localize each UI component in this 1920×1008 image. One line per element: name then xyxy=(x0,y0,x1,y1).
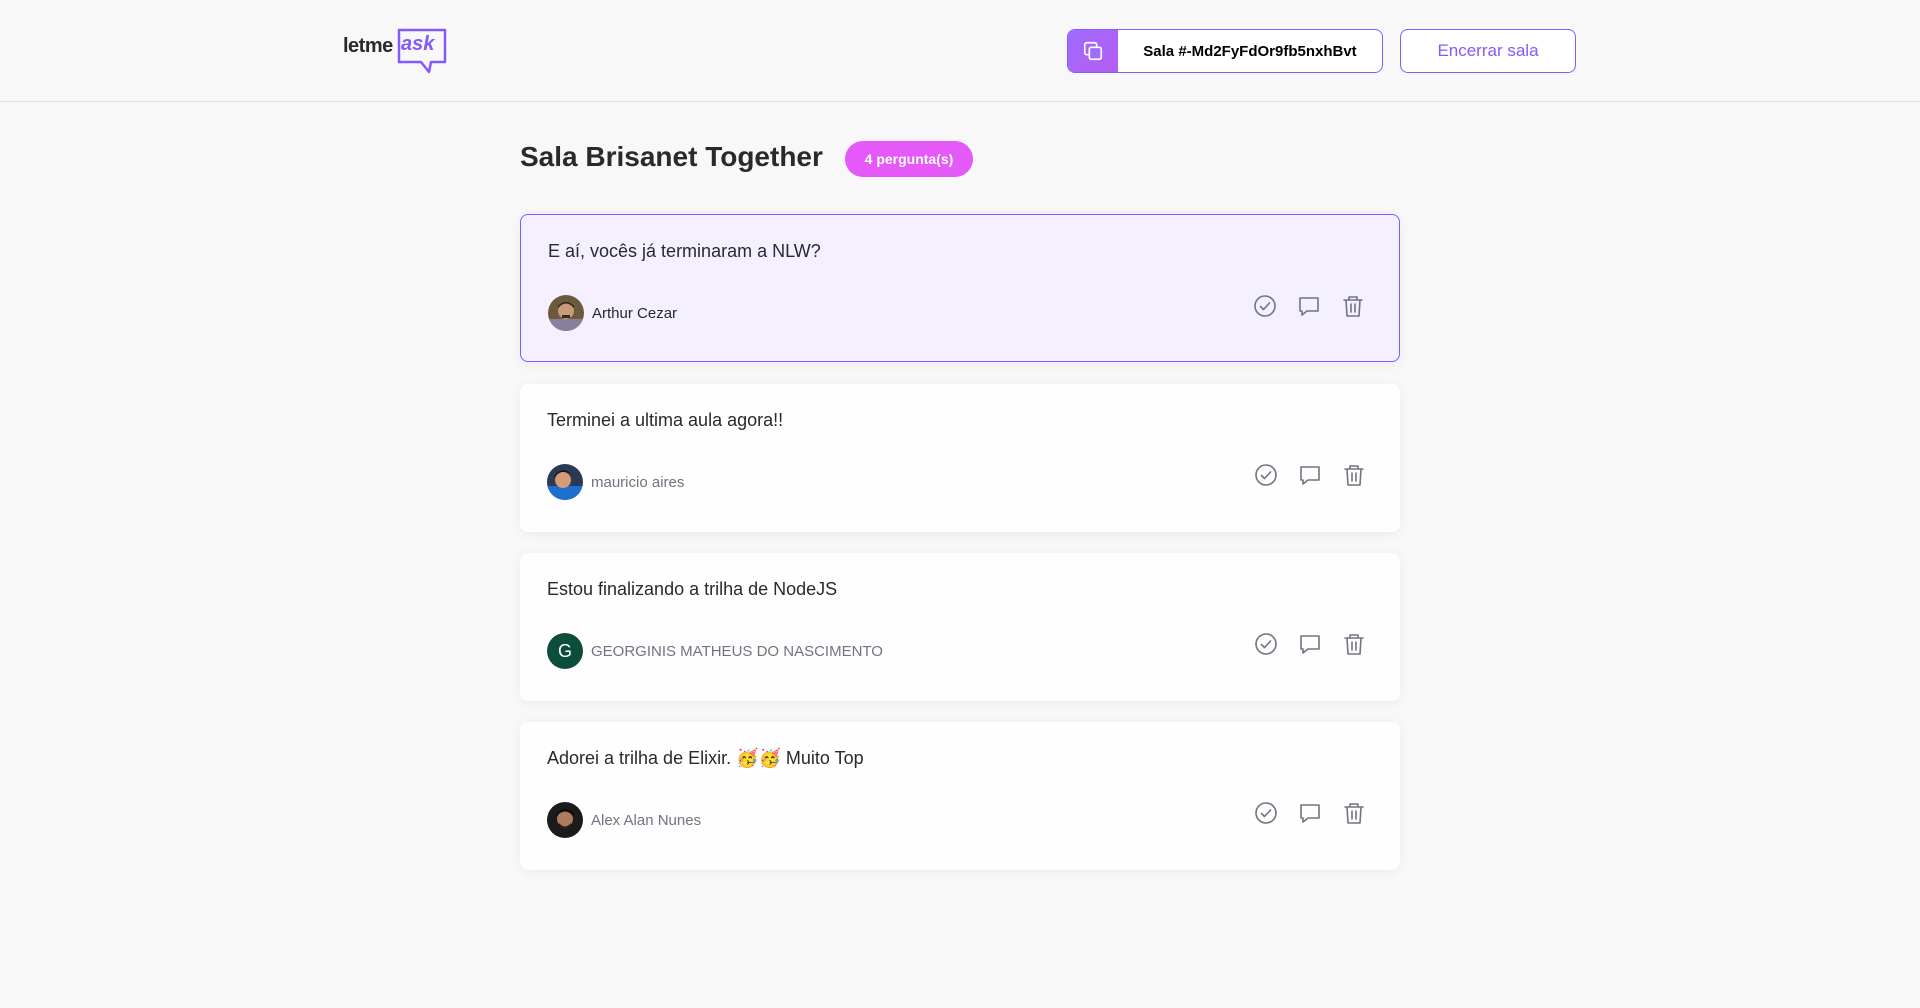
highlight-question-button[interactable] xyxy=(1298,632,1322,656)
highlight-question-button[interactable] xyxy=(1298,801,1322,825)
mark-answered-button[interactable] xyxy=(1254,632,1278,656)
question-actions xyxy=(1254,463,1366,487)
question-actions xyxy=(1254,632,1366,656)
question-content: Adorei a trilha de Elixir. 🥳🥳 Muito Top xyxy=(547,748,864,768)
avatar-photo xyxy=(547,802,583,838)
chat-bubble-icon xyxy=(1300,804,1320,823)
question-author: mauricio aires xyxy=(547,464,684,500)
trash-icon xyxy=(1344,465,1364,486)
page-header: letme ask Sala #-Md2FyFdOr9fb5nxhBvt Enc… xyxy=(0,0,1920,102)
avatar-photo xyxy=(547,464,583,500)
check-circle-icon xyxy=(1255,633,1277,655)
highlight-question-button[interactable] xyxy=(1298,463,1322,487)
copy-room-code-button[interactable]: Sala #-Md2FyFdOr9fb5nxhBvt xyxy=(1067,29,1383,73)
avatar-photo xyxy=(548,295,584,331)
author-name: Alex Alan Nunes xyxy=(591,811,702,829)
author-name: GEORGINIS MATHEUS DO NASCIMENTO xyxy=(591,642,883,660)
author-name: Arthur Cezar xyxy=(592,304,678,322)
chat-bubble-icon xyxy=(1299,297,1319,316)
chat-bubble-icon xyxy=(1300,635,1320,654)
question-card: Adorei a trilha de Elixir. 🥳🥳 Muito Top … xyxy=(520,722,1400,870)
mark-answered-button[interactable] xyxy=(1254,801,1278,825)
question-author: G GEORGINIS MATHEUS DO NASCIMENTO xyxy=(547,633,883,669)
question-card: E aí, vocês já terminaram a NLW? Arthur … xyxy=(520,214,1400,362)
end-room-button[interactable]: Encerrar sala xyxy=(1400,29,1576,73)
author-name: mauricio aires xyxy=(591,473,685,491)
letmeask-logo[interactable]: letme ask xyxy=(343,26,449,76)
trash-icon xyxy=(1344,634,1364,655)
highlight-question-button[interactable] xyxy=(1297,294,1321,318)
logo-text: letme xyxy=(343,35,393,57)
delete-question-button[interactable] xyxy=(1342,463,1366,487)
question-author: Alex Alan Nunes xyxy=(547,802,701,838)
avatar xyxy=(547,464,583,500)
question-count-badge: 4 pergunta(s) xyxy=(845,141,973,177)
trash-icon xyxy=(1344,803,1364,824)
delete-question-button[interactable] xyxy=(1342,632,1366,656)
avatar xyxy=(547,802,583,838)
question-content: E aí, vocês já terminaram a NLW? xyxy=(548,241,821,261)
question-author: Arthur Cezar xyxy=(548,295,677,331)
avatar: G xyxy=(547,633,583,669)
question-actions xyxy=(1253,294,1365,318)
check-circle-icon xyxy=(1254,295,1276,317)
delete-question-button[interactable] xyxy=(1341,294,1365,318)
mark-answered-button[interactable] xyxy=(1253,294,1277,318)
copy-icon xyxy=(1083,41,1103,61)
avatar-letter: G xyxy=(557,640,572,661)
question-card: Terminei a ultima aula agora!! mauricio … xyxy=(520,384,1400,532)
check-circle-icon xyxy=(1255,464,1277,486)
chat-bubble-icon xyxy=(1300,466,1320,485)
room-code-text: Sala #-Md2FyFdOr9fb5nxhBvt xyxy=(1143,42,1357,60)
room-title: Sala Brisanet Together xyxy=(520,141,823,172)
copy-icon-box xyxy=(1068,30,1118,72)
mark-answered-button[interactable] xyxy=(1254,463,1278,487)
logo-text-accent: ask xyxy=(401,33,435,55)
delete-question-button[interactable] xyxy=(1342,801,1366,825)
question-actions xyxy=(1254,801,1366,825)
question-content: Estou finalizando a trilha de NodeJS xyxy=(547,579,838,599)
question-card: Estou finalizando a trilha de NodeJS G G… xyxy=(520,553,1400,701)
question-content: Terminei a ultima aula agora!! xyxy=(547,410,784,430)
check-circle-icon xyxy=(1255,802,1277,824)
avatar xyxy=(548,295,584,331)
trash-icon xyxy=(1343,296,1363,317)
